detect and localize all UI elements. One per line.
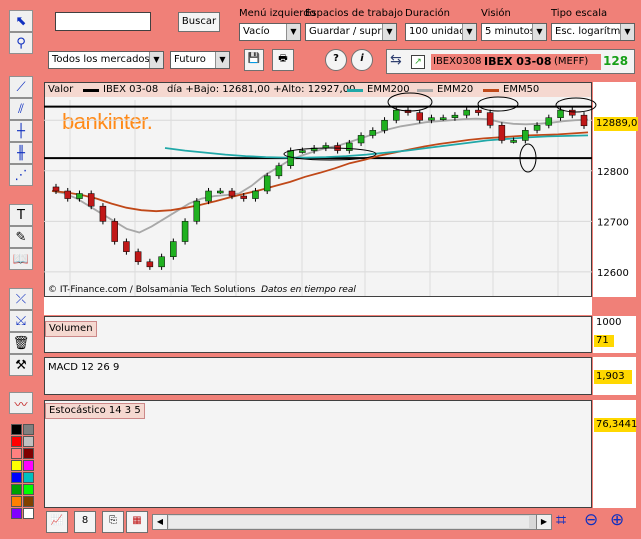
candle-body xyxy=(346,142,353,151)
candle-body xyxy=(533,125,541,131)
candle-body xyxy=(510,140,517,143)
candle-body xyxy=(64,190,71,199)
volume-chart[interactable] xyxy=(44,316,592,353)
macd-chart[interactable] xyxy=(44,357,592,395)
candle-body xyxy=(87,193,95,207)
candle-body xyxy=(439,117,447,120)
candle-body xyxy=(252,190,259,199)
candle-body xyxy=(146,261,154,268)
scroll-thumb[interactable] xyxy=(169,516,529,528)
candle-body xyxy=(357,135,365,144)
candle-body xyxy=(569,109,576,116)
candle-body xyxy=(287,150,294,166)
candle-body xyxy=(299,150,306,153)
candle-body xyxy=(557,109,564,118)
candle-body xyxy=(158,256,165,268)
candle-body xyxy=(123,241,130,252)
candle-body xyxy=(111,221,118,242)
stochastic-last-label: 76,3441 xyxy=(594,418,638,432)
candle-body xyxy=(545,117,553,126)
last-price-label: 12889,0 xyxy=(594,117,638,131)
scroll-left-icon[interactable]: ◀ xyxy=(153,515,168,529)
candle-body xyxy=(428,117,435,121)
chart-type-icon[interactable]: 📈 xyxy=(46,511,68,533)
volume-last-label: 71 xyxy=(594,335,614,347)
candle-body xyxy=(393,109,400,121)
settings-icon[interactable]: 8 xyxy=(74,511,96,533)
volume-title: Volumen xyxy=(45,321,97,337)
price-y-tick: 12700 xyxy=(597,217,629,228)
zoom-out-icon[interactable]: ⊖ xyxy=(584,510,608,532)
series-line-emm20 xyxy=(51,117,589,234)
bottom-toolbar: 📈 8 ⎘ ▦ ◀ ▶ ⌗ ⊖ ⊕ xyxy=(44,510,636,534)
annotation-ellipse xyxy=(555,97,597,113)
candle-body xyxy=(193,200,201,222)
macd-title: MACD 12 26 9 xyxy=(48,362,120,373)
macd-last-label: 1,903 xyxy=(594,370,632,384)
candle-body xyxy=(463,109,470,116)
candle-body xyxy=(205,190,212,202)
candle-body xyxy=(228,190,236,197)
candle-body xyxy=(217,190,224,194)
candle-body xyxy=(498,125,506,141)
candle-body xyxy=(522,130,529,141)
candle-body xyxy=(52,186,60,192)
candle-body xyxy=(99,205,107,222)
candle-body xyxy=(381,119,388,131)
stochastic-scale xyxy=(593,400,636,508)
annotation-ellipse xyxy=(477,96,519,112)
indicators-icon[interactable]: ▦ xyxy=(126,511,148,533)
candle-body xyxy=(263,175,271,192)
volume-scale-top: 1000 xyxy=(596,317,622,328)
time-axis xyxy=(44,297,592,315)
candle-body xyxy=(240,195,247,199)
candle-body xyxy=(134,251,142,263)
price-y-tick: 12800 xyxy=(597,167,629,178)
candle-body xyxy=(170,241,177,257)
time-scrollbar[interactable]: ◀ ▶ xyxy=(152,514,552,530)
candle-body xyxy=(416,112,423,121)
zoom-in-icon[interactable]: ⊕ xyxy=(610,510,634,532)
candle-body xyxy=(451,114,459,118)
candle-body xyxy=(580,114,588,127)
candle-body xyxy=(275,165,283,177)
candle-body xyxy=(369,130,377,136)
export-icon[interactable]: ⎘ xyxy=(102,511,124,533)
candle-body xyxy=(181,221,189,242)
annotation-ellipse xyxy=(387,92,433,112)
candle-body xyxy=(76,193,83,199)
price-y-tick: 12600 xyxy=(597,268,629,279)
scroll-right-icon[interactable]: ▶ xyxy=(536,515,551,529)
zoom-fit-icon[interactable]: ⌗ xyxy=(556,510,580,532)
stochastic-title: Estocástico 14 3 5 xyxy=(45,403,145,419)
candle-body xyxy=(475,109,482,113)
series-line-emm50 xyxy=(51,131,589,213)
candle-body xyxy=(486,112,494,126)
